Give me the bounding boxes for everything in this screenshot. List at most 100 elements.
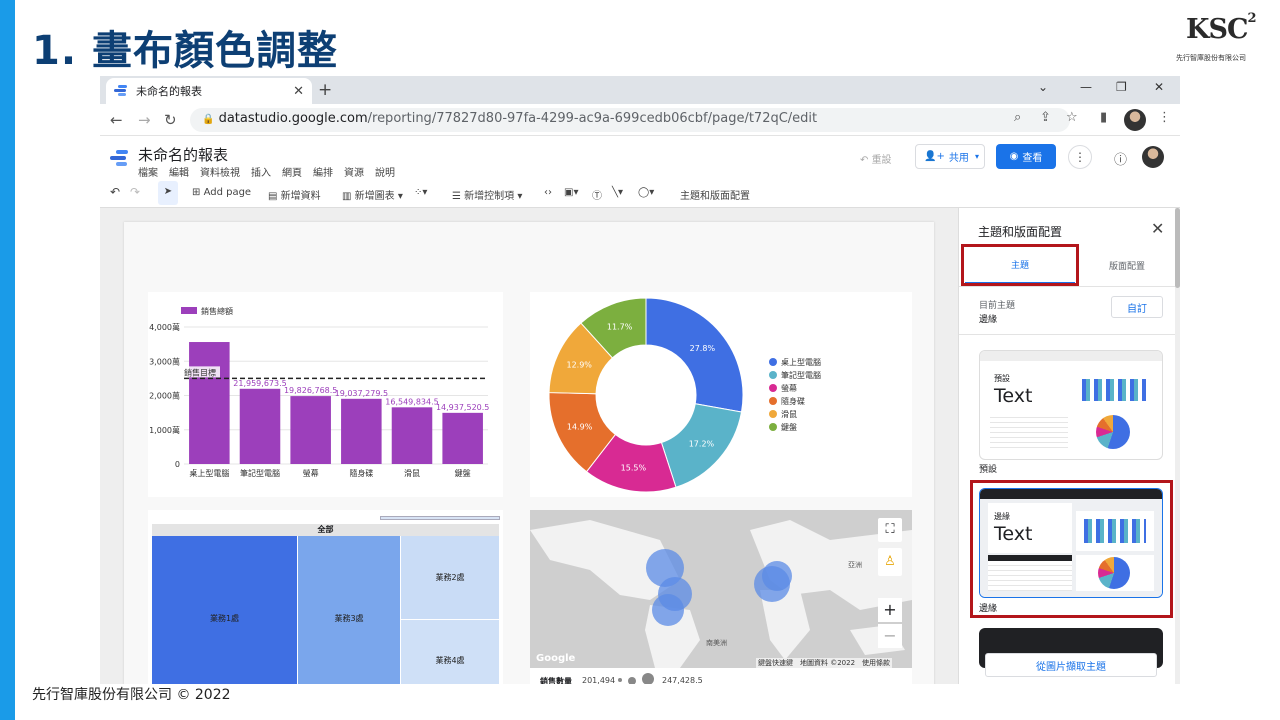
donut-legend-swatch [769, 371, 777, 379]
url-field[interactable]: 🔒 datastudio.google.com/reporting/77827d… [190, 108, 1070, 132]
chevron-down-icon: ▾ [974, 152, 979, 161]
treemap-cell-3[interactable]: 業務3處 [298, 536, 400, 684]
zoom-out-icon[interactable]: − [878, 624, 902, 648]
donut-legend-label: 筆記型電腦 [781, 370, 821, 380]
bookmark-star-icon[interactable]: ☆ [1066, 110, 1078, 125]
menu-page[interactable]: 網頁 [282, 164, 302, 179]
panel-scrollbar-thumb[interactable] [1175, 208, 1180, 288]
line-icon[interactable]: ╲▾ [612, 187, 623, 198]
control-icon: ☰ [452, 191, 465, 202]
add-chart-button[interactable]: ▥ 新增圖表 ▾ [342, 187, 403, 202]
zoom-icon[interactable]: ⌕ [1014, 110, 1021, 125]
back-icon[interactable]: ← [110, 111, 123, 129]
view-button[interactable]: ◉ 查看 [996, 144, 1056, 169]
report-canvas: 銷售總額 0 1,000萬 2,000萬 3,000萬 4,000萬 35,611,66… [100, 208, 958, 684]
theme-default-table [990, 413, 1068, 449]
fullscreen-icon[interactable]: ⛶ [878, 518, 902, 542]
menu-data-view[interactable]: 資料檢視 [200, 164, 240, 179]
reload-icon[interactable]: ↻ [164, 111, 177, 129]
bar-category-label: 隨身碟 [349, 468, 373, 478]
add-data-button[interactable]: ▤ 新增資料 [268, 187, 321, 202]
report-page[interactable]: 銷售總額 0 1,000萬 2,000萬 3,000萬 4,000萬 35,611,66… [124, 222, 934, 684]
bar-chart-card[interactable]: 銷售總額 0 1,000萬 2,000萬 3,000萬 4,000萬 35,611,66… [148, 292, 503, 497]
bar-ytick-label: 1,000萬 [149, 425, 180, 435]
panel-close-icon[interactable]: ✕ [1151, 219, 1164, 238]
view-label: 查看 [1022, 153, 1043, 164]
treemap-card[interactable]: 全部 業務1處 業務3處 業務2處 業務4處 [148, 510, 503, 684]
browser-menu-icon[interactable]: ⋮ [1158, 110, 1171, 125]
reset-button[interactable]: ↶ 重設 [860, 151, 892, 166]
donut-legend-label: 螢幕 [781, 383, 797, 393]
close-tab-icon[interactable]: ✕ [293, 84, 304, 99]
treemap-cell-4[interactable]: 業務4處 [401, 620, 499, 684]
reset-label: 重設 [871, 155, 892, 166]
eye-icon: ◉ [1009, 151, 1019, 162]
bar-category-label: 滑鼠 [404, 468, 420, 478]
section-divider [959, 334, 1175, 335]
treemap-depth-slider[interactable] [380, 516, 500, 520]
image-icon[interactable]: ▣▾ [564, 187, 578, 198]
tab-bar: 未命名的報表 ✕ + ⌄ — ❐ ✕ [100, 76, 1180, 104]
tab-layout[interactable]: 版面配置 [1079, 246, 1175, 284]
theme-default-pie [1096, 415, 1130, 449]
undo-icon[interactable]: ↶ [110, 185, 120, 199]
menu-resource[interactable]: 資源 [344, 164, 364, 179]
browser-tab[interactable]: 未命名的報表 ✕ [106, 78, 312, 104]
embed-code-icon[interactable]: ‹› [544, 187, 552, 198]
treemap-cell-2[interactable]: 業務2處 [401, 536, 499, 619]
more-options-icon[interactable]: ⋮ [1068, 145, 1092, 169]
map-area[interactable]: 亞洲 南美洲 澳洲 ⛶ ♙ + − Google 鍵盤快速鍵 地圖資料 ©202… [530, 510, 912, 668]
shape-icon[interactable]: ◯▾ [638, 187, 654, 198]
theme-layout-button[interactable]: 主題和版面配置 [680, 187, 750, 202]
theme-edge-label: 邊緣 [979, 604, 998, 614]
help-icon[interactable]: ⓘ [1114, 149, 1127, 168]
redo-icon[interactable]: ↷ [130, 185, 140, 199]
theme-edge-pie [1098, 557, 1130, 589]
menu-arrange[interactable]: 編排 [313, 164, 333, 179]
tab-divider [959, 286, 1175, 287]
map-attribution[interactable]: 鍵盤快速鍵 地圖資料 ©2022 使用條款 [756, 658, 893, 668]
theme-card-default[interactable]: 預設 Text [979, 350, 1163, 460]
profile-avatar[interactable] [1124, 109, 1146, 131]
reference-line-label: 銷售目標 [184, 367, 216, 377]
menu-file[interactable]: 檔案 [138, 164, 158, 179]
add-page-button[interactable]: ⊞ Add page [192, 187, 251, 198]
menu-help[interactable]: 說明 [375, 164, 395, 179]
close-window-icon[interactable]: ✕ [1154, 80, 1164, 94]
bar-data-label: 19,826,768.5 [284, 386, 337, 395]
bar [442, 412, 483, 464]
pie-chart-card[interactable]: 27.8% 17.2% 15.5% 14.9% 12.9% 11.7% 桌上型電腦 筆記型電… [530, 292, 912, 497]
side-panel-icon[interactable]: ▮ [1100, 110, 1107, 125]
new-tab-button[interactable]: + [318, 80, 332, 100]
menu-insert[interactable]: 插入 [251, 164, 271, 179]
theme-layout-panel: 主題和版面配置 ✕ 主題 版面配置 目前主題 邊緣 自訂 預設 Text 預設 … [958, 208, 1180, 684]
select-tool-icon[interactable]: ➤ [158, 181, 178, 205]
customize-button[interactable]: 自訂 [1111, 296, 1163, 318]
donut-legend-label: 桌上型電腦 [781, 357, 821, 367]
browser-window: 未命名的報表 ✕ + ⌄ — ❐ ✕ ← → ↻ 🔒 datastudio.go… [100, 76, 1180, 684]
text-box-icon[interactable]: Ⓣ [592, 187, 602, 202]
report-name[interactable]: 未命名的報表 [138, 144, 228, 165]
bubble-map-card[interactable]: 亞洲 南美洲 澳洲 ⛶ ♙ + − Google 鍵盤快速鍵 地圖資料 ©202… [530, 510, 912, 684]
share-page-icon[interactable]: ⇪ [1040, 110, 1051, 125]
zoom-in-icon[interactable]: + [878, 598, 902, 622]
account-avatar[interactable] [1142, 146, 1164, 168]
bar-ytick-label: 3,000萬 [149, 356, 180, 366]
forward-icon[interactable]: → [138, 111, 151, 129]
street-view-pegman-icon[interactable]: ♙ [878, 548, 902, 576]
restore-icon[interactable]: ❐ [1116, 80, 1127, 94]
editor-toolbar: ↶ ↷ ➤ ⊞ Add page ▤ 新增資料 ▥ 新增圖表 ▾ ⁘▾ ☰ 新增… [100, 180, 1180, 208]
theme-card-edge[interactable]: 邊緣 Text [979, 488, 1163, 598]
treemap-header[interactable]: 全部 [152, 524, 499, 536]
treemap-cell-1[interactable]: 業務1處 [152, 536, 297, 684]
extract-theme-button[interactable]: 從圖片擷取主題 [985, 653, 1157, 677]
map-label-south-america: 南美洲 [706, 639, 727, 647]
tab-search-icon[interactable]: ⌄ [1038, 80, 1048, 94]
add-control-button[interactable]: ☰ 新增控制項 ▾ [452, 187, 522, 202]
minimize-icon[interactable]: — [1080, 80, 1092, 94]
share-button[interactable]: 👤+ 共用 ▾ [915, 144, 985, 169]
menu-edit[interactable]: 編輯 [169, 164, 189, 179]
community-viz-icon[interactable]: ⁘▾ [414, 187, 427, 198]
bar-ytick-label: 2,000萬 [149, 391, 180, 401]
theme-default-name: 預設 [994, 374, 1010, 383]
